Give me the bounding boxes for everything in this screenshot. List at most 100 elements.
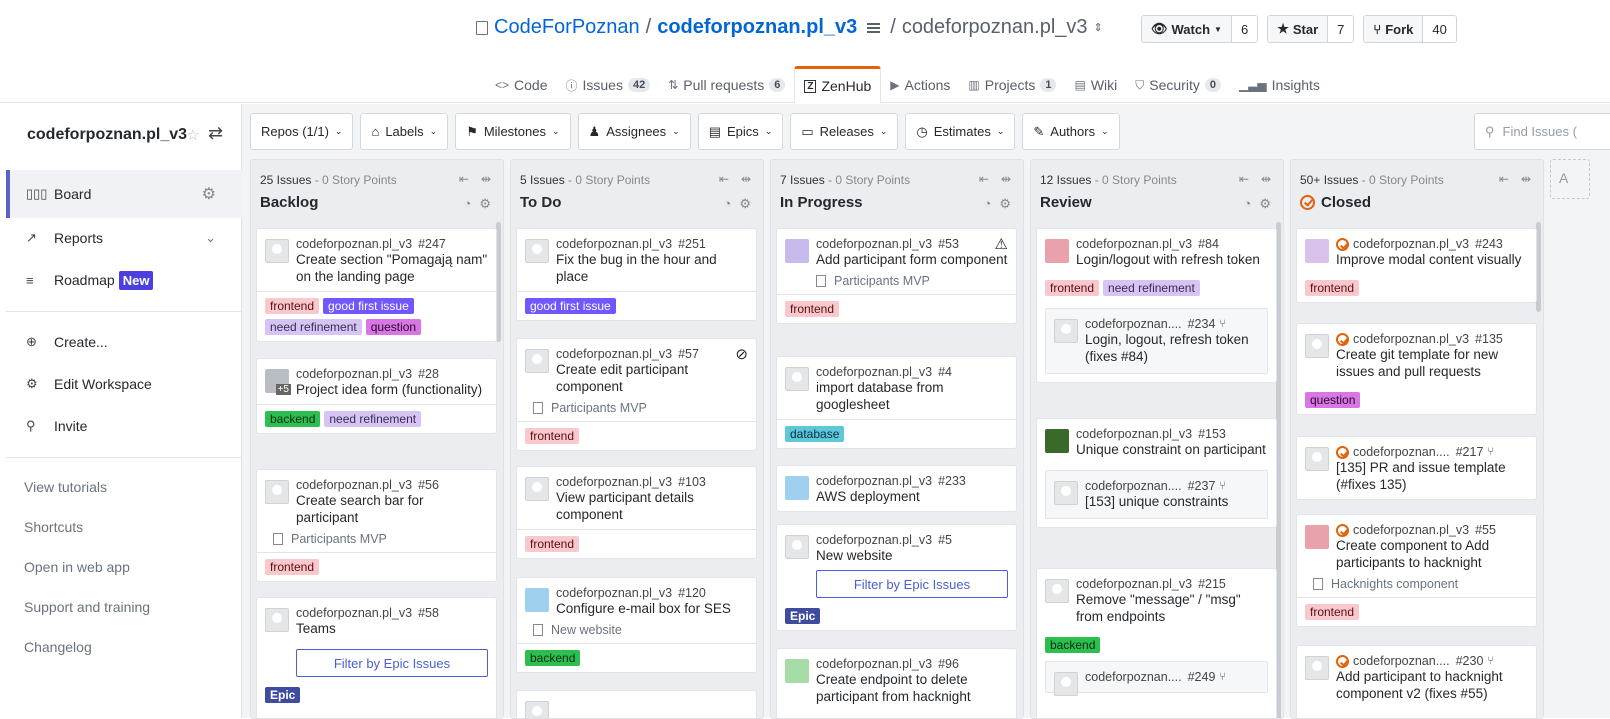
filter-by-epic-button[interactable]: Filter by Epic Issues [816,570,1008,598]
tab-pull-requests[interactable]: ⇅ Pull requests 6 [659,66,794,104]
issue-card-84[interactable]: codeforpoznan.pl_v3 #84 Login/logout with… [1036,228,1277,383]
sort-icon[interactable]: ⇕ [1094,21,1103,34]
collapse-icon[interactable]: ⇤ [719,172,729,186]
gear-icon[interactable]: ⚙ [999,196,1011,212]
sidebar-item-edit-workspace[interactable]: ⚙ Edit Workspace [6,363,242,405]
switch-workspace-icon[interactable]: ⇄ [208,123,223,144]
tab-zenhub[interactable]: Z ZenHub [794,66,882,104]
linked-pr-249[interactable]: codeforpoznan.... #249 ⑂ [1045,661,1268,696]
link-support-training[interactable]: Support and training [24,599,150,615]
estimates-filter[interactable]: ◷ Estimates ⌄ [905,113,1016,150]
issue-card-251[interactable]: codeforpoznan.pl_v3 #251 Fix the bug in t… [516,228,757,321]
star-count[interactable]: 7 [1328,16,1354,42]
gear-icon[interactable]: ⚙ [202,184,216,204]
watch-button[interactable]: 👁 Watch ▼ 6 [1141,15,1259,43]
sidebar-item-create[interactable]: ⊕ Create... [6,321,242,363]
label-frontend[interactable]: frontend [525,536,580,552]
collapse-icon[interactable]: ⇤ [1239,172,1249,186]
find-issues-input[interactable]: ⚲ Find Issues ( [1474,113,1610,150]
tab-insights[interactable]: ▁▃▅ Insights [1230,66,1329,104]
label-frontend[interactable]: frontend [265,298,320,314]
filter-by-epic-button[interactable]: Filter by Epic Issues [296,649,488,677]
issue-card-120[interactable]: codeforpoznan.pl_v3 #120 Configure e-mail… [516,577,757,673]
tab-projects[interactable]: ▥ Projects 1 [959,66,1065,104]
issue-card-215[interactable]: codeforpoznan.pl_v3 #215 Remove "message"… [1036,568,1277,718]
issue-card-56[interactable]: codeforpoznan.pl_v3 #56 Create search bar… [256,469,497,582]
linked-pr-234[interactable]: codeforpoznan.... #234 ⑂ Login, logout, re… [1045,308,1268,374]
issue-card-153[interactable]: codeforpoznan.pl_v3 #153 Unique constrain… [1036,418,1277,528]
assignees-filter[interactable]: ♟ Assignees ⌄ [577,113,691,150]
watch-count[interactable]: 6 [1231,16,1258,42]
label-need-refinement[interactable]: need refinement [265,319,362,335]
label-database[interactable]: database [785,426,845,442]
tab-issues[interactable]: ⓘ Issues 42 [556,66,659,104]
automation-icon[interactable]: ◔ [983,196,991,212]
label-backend[interactable]: backend [265,411,321,427]
pin-icon[interactable]: ⇹ [481,172,491,186]
pr-card-217[interactable]: codeforpoznan.... #217 ⑂ [135] PR and issu… [1296,436,1537,500]
label-good-first-issue[interactable]: good first issue [525,298,616,314]
pr-card-230[interactable]: codeforpoznan.... #230 ⑂ Add participant t… [1296,645,1537,718]
label-frontend[interactable]: frontend [525,428,580,444]
pin-icon[interactable]: ⇹ [1001,172,1011,186]
issue-card-96[interactable]: codeforpoznan.pl_v3 #96 Create endpoint t… [776,648,1017,718]
issue-card-4[interactable]: codeforpoznan.pl_v3 #4 import database fr… [776,356,1017,449]
collapse-icon[interactable]: ⇤ [459,172,469,186]
issue-card-233[interactable]: codeforpoznan.pl_v3 #233 AWS deployment [776,465,1017,512]
workspace-name[interactable]: codeforpoznan.pl_v3 [27,126,187,144]
automation-icon[interactable]: ◔ [723,196,731,212]
issue-card-28[interactable]: +5 codeforpoznan.pl_v3 #28 Project idea f… [256,358,497,434]
issue-card-partial[interactable] [516,690,757,718]
sidebar-item-reports[interactable]: ↗ Reports ⌄ [6,217,242,259]
fork-count[interactable]: 40 [1423,16,1456,42]
label-backend[interactable]: backend [1045,637,1101,653]
label-frontend[interactable]: frontend [265,559,320,575]
label-question[interactable]: question [365,319,422,335]
link-view-tutorials[interactable]: View tutorials [24,479,107,495]
workspace-switcher[interactable]: codeforpoznan.pl_v3 [902,16,1088,39]
label-need-refinement[interactable]: need refinement [324,411,422,427]
link-shortcuts[interactable]: Shortcuts [24,519,83,535]
pin-icon[interactable]: ⇹ [1521,172,1531,186]
fork-button[interactable]: ⑂ Fork 40 [1363,15,1457,43]
issue-card-135[interactable]: codeforpoznan.pl_v3 #135 Create git templ… [1296,323,1537,415]
link-open-web-app[interactable]: Open in web app [24,559,130,575]
label-backend[interactable]: backend [525,650,581,666]
labels-filter[interactable]: ⌂ Labels ⌄ [360,113,449,150]
milestones-filter[interactable]: ⚑ Milestones ⌄ [455,113,571,150]
issue-card-103[interactable]: codeforpoznan.pl_v3 #103 View participant… [516,466,757,559]
automation-icon[interactable]: ◔ [1243,196,1251,212]
issue-card-247[interactable]: codeforpoznan.pl_v3 #247 Create section "… [256,228,497,342]
tab-code[interactable]: <> Code [486,66,556,104]
issue-card-58[interactable]: codeforpoznan.pl_v3 #58 Teams Filter by E… [256,597,497,718]
pin-icon[interactable]: ⇹ [1261,172,1271,186]
tab-actions[interactable]: ▶ Actions [881,66,959,104]
issue-card-53[interactable]: ⚠ codeforpoznan.pl_v3 #53 Add participant… [776,228,1017,324]
sidebar-item-roadmap[interactable]: ≡ Roadmap New [6,259,242,301]
repos-filter[interactable]: Repos (1/1) ⌄ [250,113,354,150]
tab-security[interactable]: ⛉ Security 0 [1126,66,1230,104]
issue-card-55[interactable]: codeforpoznan.pl_v3 #55 Create component … [1296,514,1537,627]
label-question[interactable]: question [1305,392,1361,408]
label-good-first-issue[interactable]: good first issue [323,298,414,314]
star-button[interactable]: ★ Star 7 [1267,15,1355,43]
issue-card-5[interactable]: codeforpoznan.pl_v3 #5 New website Filter… [776,524,1017,631]
org-link[interactable]: CodeForPoznan [494,16,640,39]
label-frontend[interactable]: frontend [785,301,840,317]
label-frontend[interactable]: frontend [1305,280,1360,296]
issue-card-57[interactable]: ⊘ codeforpoznan.pl_v3 #57 Create edit par… [516,338,757,451]
sidebar-item-board[interactable]: ▯▯▯ Board ⚙ [6,170,242,218]
link-changelog[interactable]: Changelog [24,639,92,655]
label-frontend[interactable]: frontend [1305,604,1360,620]
collapse-icon[interactable]: ⇤ [979,172,989,186]
epics-filter[interactable]: ▤ Epics ⌄ [697,113,784,150]
linked-pr-237[interactable]: codeforpoznan.... #237 ⑂ [153] unique cons… [1045,470,1268,519]
sidebar-item-invite[interactable]: ⚲ Invite [6,405,242,447]
gear-icon[interactable]: ⚙ [1259,196,1271,212]
releases-filter[interactable]: ▭ Releases ⌄ [790,113,899,150]
star-outline-icon[interactable]: ☆ [186,126,199,144]
repo-link[interactable]: codeforpoznan.pl_v3 [657,16,857,39]
gear-icon[interactable]: ⚙ [479,196,491,212]
gear-icon[interactable]: ⚙ [739,196,751,212]
pin-icon[interactable]: ⇹ [741,172,751,186]
